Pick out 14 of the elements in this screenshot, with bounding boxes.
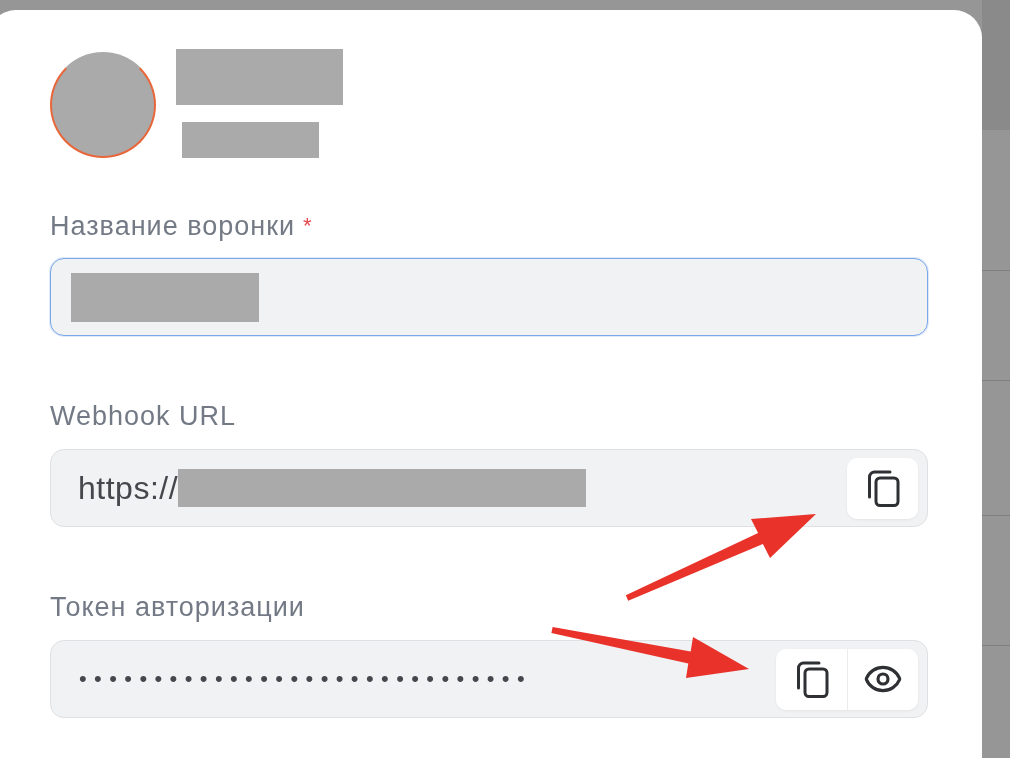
field-value: ••••••••••••••••••••••••••••••: [79, 666, 533, 692]
funnel-name-field[interactable]: [50, 258, 928, 336]
field-label: Название воронки: [50, 210, 296, 242]
required-mark: *: [303, 212, 313, 240]
token-field[interactable]: ••••••••••••••••••••••••••••••: [50, 640, 928, 718]
field-label: Токен авторизации: [50, 591, 305, 623]
show-token-button[interactable]: [847, 648, 918, 710]
copy-button[interactable]: [847, 457, 918, 519]
url-field[interactable]: https://: [50, 449, 928, 527]
copy-icon: [865, 469, 900, 507]
copy-button[interactable]: [776, 648, 847, 710]
copy-icon: [794, 660, 829, 698]
field-label: Webhook URL: [50, 400, 237, 432]
field-value: https://: [78, 469, 179, 507]
